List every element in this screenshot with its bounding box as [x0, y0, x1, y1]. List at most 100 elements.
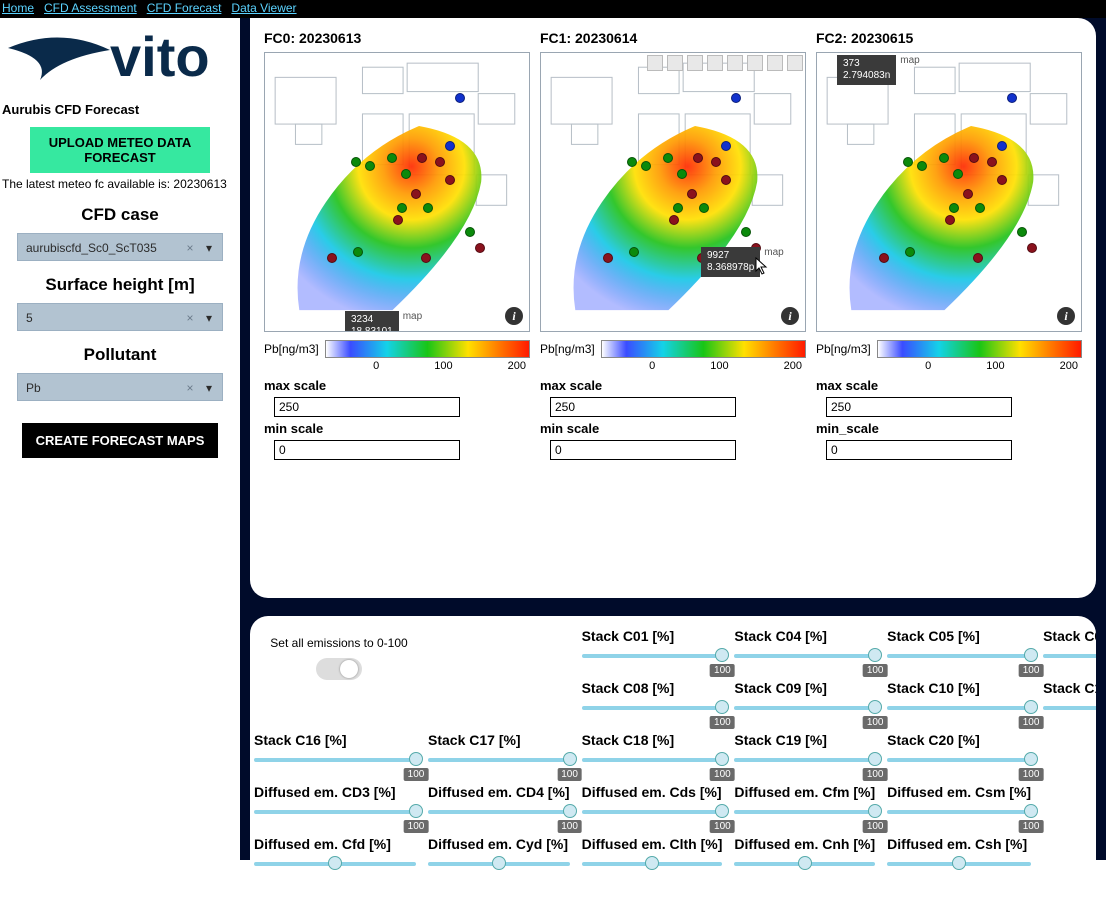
sensor-dot[interactable] [445, 175, 455, 185]
sensor-dot[interactable] [1007, 93, 1017, 103]
upload-meteo-button[interactable]: UPLOAD METEO DATA FORECAST [30, 127, 210, 173]
info-icon[interactable]: i [1057, 307, 1075, 325]
nav-home[interactable]: Home [2, 0, 34, 18]
slider-track[interactable]: 100 [734, 802, 875, 832]
slider-track[interactable]: 100 [1043, 646, 1096, 676]
slider-track[interactable]: 100 [887, 750, 1031, 780]
map-canvas-0[interactable]: 323418.83101 map i [264, 52, 530, 332]
slider-handle[interactable] [328, 856, 342, 870]
map-canvas-2[interactable]: 3732.794083n map i [816, 52, 1082, 332]
sensor-dot[interactable] [879, 253, 889, 263]
slider-track[interactable]: 100 [734, 698, 875, 728]
set-all-toggle[interactable] [316, 658, 362, 680]
sensor-dot[interactable] [475, 243, 485, 253]
nav-cfd-assessment[interactable]: CFD Assessment [44, 0, 137, 18]
slider-track[interactable]: 100 [734, 646, 875, 676]
nav-data-viewer[interactable]: Data Viewer [231, 0, 296, 18]
slider-handle[interactable] [715, 752, 729, 766]
sensor-dot[interactable] [973, 253, 983, 263]
slider-handle[interactable] [952, 856, 966, 870]
slider-track[interactable]: 100 [428, 802, 570, 832]
sensor-dot[interactable] [435, 157, 445, 167]
slider-track[interactable]: 100 [254, 802, 416, 832]
slider-handle[interactable] [645, 856, 659, 870]
sensor-dot[interactable] [677, 169, 687, 179]
sensor-dot[interactable] [693, 153, 703, 163]
cfd-case-select[interactable]: aurubiscfd_Sc0_ScT035 × ▾ [17, 233, 223, 261]
plot-tool-button[interactable] [727, 55, 743, 71]
slider-track[interactable] [887, 854, 1031, 884]
sensor-dot[interactable] [903, 157, 913, 167]
slider-handle[interactable] [798, 856, 812, 870]
slider-track[interactable]: 100 [887, 646, 1031, 676]
sensor-dot[interactable] [741, 227, 751, 237]
slider-track[interactable]: 100 [254, 750, 416, 780]
sensor-dot[interactable] [387, 153, 397, 163]
max-scale-input[interactable] [274, 397, 460, 417]
slider-handle[interactable] [715, 648, 729, 662]
slider-handle[interactable] [492, 856, 506, 870]
sensor-dot[interactable] [945, 215, 955, 225]
sensor-dot[interactable] [997, 141, 1007, 151]
sensor-dot[interactable] [905, 247, 915, 257]
sensor-dot[interactable] [697, 253, 707, 263]
sensor-dot[interactable] [669, 215, 679, 225]
min-scale-input[interactable] [826, 440, 1012, 460]
create-forecast-button[interactable]: CREATE FORECAST MAPS [22, 423, 219, 458]
sensor-dot[interactable] [687, 189, 697, 199]
sensor-dot[interactable] [711, 157, 721, 167]
sensor-dot[interactable] [421, 253, 431, 263]
sensor-dot[interactable] [627, 157, 637, 167]
clear-icon[interactable]: × [184, 304, 196, 332]
sensor-dot[interactable] [699, 203, 709, 213]
sensor-dot[interactable] [397, 203, 407, 213]
sensor-dot[interactable] [751, 243, 761, 253]
sensor-dot[interactable] [603, 253, 613, 263]
info-icon[interactable]: i [505, 307, 523, 325]
slider-track[interactable]: 100 [1043, 698, 1096, 728]
slider-track[interactable]: 100 [582, 802, 723, 832]
pollutant-select[interactable]: Pb × ▾ [17, 373, 223, 401]
plot-tool-button[interactable] [747, 55, 763, 71]
slider-track[interactable]: 100 [582, 750, 723, 780]
sensor-dot[interactable] [1017, 227, 1027, 237]
sensor-dot[interactable] [353, 247, 363, 257]
slider-handle[interactable] [868, 648, 882, 662]
nav-cfd-forecast[interactable]: CFD Forecast [147, 0, 222, 18]
slider-track[interactable]: 100 [887, 802, 1031, 832]
map-canvas-1[interactable]: 99278.368978p map i [540, 52, 806, 332]
slider-track[interactable]: 100 [582, 646, 723, 676]
plot-tool-button[interactable] [687, 55, 703, 71]
sensor-dot[interactable] [351, 157, 361, 167]
sensor-dot[interactable] [393, 215, 403, 225]
sensor-dot[interactable] [673, 203, 683, 213]
clear-icon[interactable]: × [184, 374, 196, 402]
slider-track[interactable] [582, 854, 723, 884]
slider-handle[interactable] [868, 700, 882, 714]
sensor-dot[interactable] [411, 189, 421, 199]
max-scale-input[interactable] [826, 397, 1012, 417]
sensor-dot[interactable] [949, 203, 959, 213]
slider-handle[interactable] [409, 752, 423, 766]
info-icon[interactable]: i [781, 307, 799, 325]
sensor-dot[interactable] [969, 153, 979, 163]
slider-track[interactable] [428, 854, 570, 884]
sensor-dot[interactable] [445, 141, 455, 151]
sensor-dot[interactable] [987, 157, 997, 167]
min-scale-input[interactable] [550, 440, 736, 460]
sensor-dot[interactable] [629, 247, 639, 257]
plot-tool-button[interactable] [707, 55, 723, 71]
slider-track[interactable] [734, 854, 875, 884]
slider-handle[interactable] [715, 804, 729, 818]
sensor-dot[interactable] [327, 253, 337, 263]
min-scale-input[interactable] [274, 440, 460, 460]
surface-height-select[interactable]: 5 × ▾ [17, 303, 223, 331]
slider-track[interactable]: 100 [582, 698, 723, 728]
sensor-dot[interactable] [401, 169, 411, 179]
slider-track[interactable]: 100 [428, 750, 570, 780]
slider-handle[interactable] [868, 804, 882, 818]
clear-icon[interactable]: × [184, 234, 196, 262]
slider-handle[interactable] [1024, 648, 1038, 662]
slider-handle[interactable] [1024, 752, 1038, 766]
sensor-dot[interactable] [721, 175, 731, 185]
